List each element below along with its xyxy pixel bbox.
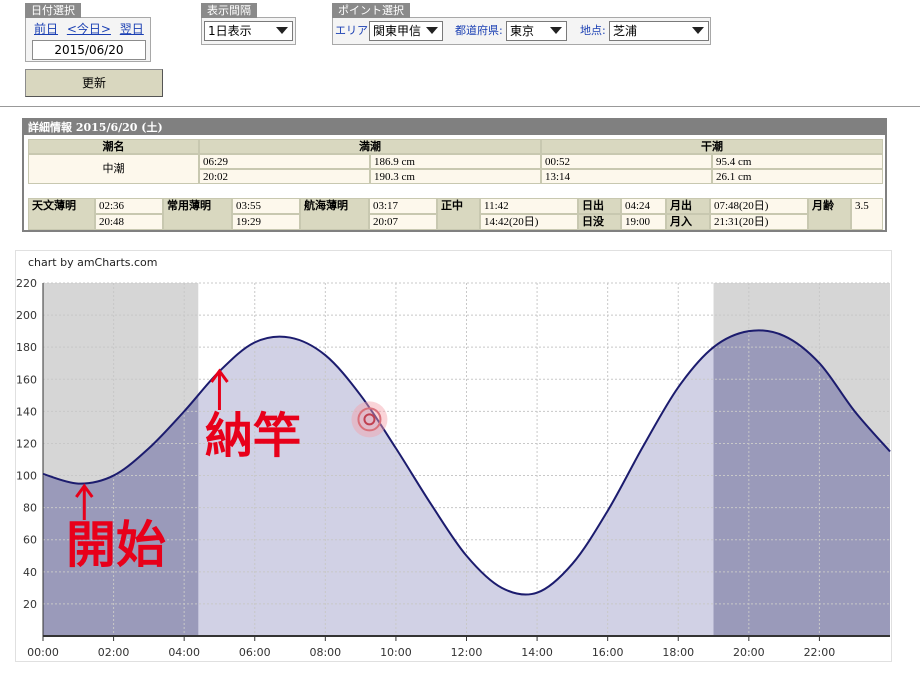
place-label: 地点: <box>580 24 606 37</box>
high-2-height: 190.3 cm <box>370 169 541 184</box>
header-high-tide: 満潮 <box>199 139 541 154</box>
date-select-title: 日付選択 <box>25 3 81 18</box>
today-link[interactable]: <今日> <box>67 22 111 36</box>
chart-area <box>15 250 892 662</box>
moon-age-value: 3.5 <box>851 198 883 230</box>
area-select[interactable]: 関東甲信 <box>369 21 443 41</box>
date-input[interactable]: 2015/06/20 <box>32 40 146 60</box>
low-1-height: 95.4 cm <box>712 154 883 169</box>
noon-1: 11:42 <box>480 198 578 214</box>
next-day-link[interactable]: 翌日 <box>120 22 144 36</box>
high-1-height: 186.9 cm <box>370 154 541 169</box>
low-1-time: 00:52 <box>541 154 712 169</box>
update-button[interactable]: 更新 <box>25 69 163 97</box>
pref-select-value: 東京 <box>510 24 535 38</box>
tide-name-value: 中潮 <box>28 154 199 184</box>
annotation-end: 納竿 <box>205 408 302 464</box>
point-group: ポイント選択 エリア: 関東甲信 都道府県: 東京 地点: 芝浦 <box>332 3 711 45</box>
area-select-value: 関東甲信 <box>373 24 422 38</box>
chevron-down-icon <box>276 27 288 34</box>
moonset-label: 月入 <box>666 214 710 230</box>
nautical-twilight-1: 03:17 <box>369 198 437 214</box>
chart-credit: chart by amCharts.com <box>28 256 158 269</box>
pref-select[interactable]: 東京 <box>506 21 567 41</box>
moon-age-label: 月齢 <box>808 198 851 230</box>
nautical-twilight-label: 航海薄明 <box>300 198 369 230</box>
header-low-tide: 干潮 <box>541 139 883 154</box>
low-2-time: 13:14 <box>541 169 712 184</box>
astro-twilight-label: 天文薄明 <box>28 198 95 230</box>
moonrise-label: 月出 <box>666 198 710 214</box>
interval-title: 表示間隔 <box>201 3 257 18</box>
interval-select[interactable]: 1日表示 <box>204 21 293 41</box>
sunrise-label: 日出 <box>578 198 621 214</box>
sunset-label: 日没 <box>578 214 621 230</box>
pref-label: 都道府県: <box>455 24 503 37</box>
chevron-down-icon <box>550 27 562 34</box>
civil-twilight-2: 19:29 <box>232 214 300 230</box>
astro-twilight-1: 02:36 <box>95 198 163 214</box>
moonrise-value: 07:48(20日) <box>710 198 808 214</box>
astro-twilight-2: 20:48 <box>95 214 163 230</box>
detail-title: 詳細情報 2015/6/20 (土) <box>24 120 885 135</box>
noon-2: 14:42(20日) <box>480 214 578 230</box>
chevron-down-icon <box>426 27 438 34</box>
civil-twilight-label: 常用薄明 <box>163 198 232 230</box>
low-2-height: 26.1 cm <box>712 169 883 184</box>
chevron-down-icon <box>692 27 704 34</box>
detail-panel: 詳細情報 2015/6/20 (土) 潮名 満潮 干潮 中潮 06:29 186… <box>22 118 887 232</box>
sunset-value: 19:00 <box>621 214 666 230</box>
divider <box>0 106 920 107</box>
annotation-start: 開始 <box>66 516 166 574</box>
point-title: ポイント選択 <box>332 3 410 18</box>
interval-group: 表示間隔 1日表示 <box>201 3 296 45</box>
area-label: エリア: <box>335 24 372 37</box>
high-2-time: 20:02 <box>199 169 370 184</box>
sunrise-value: 04:24 <box>621 198 666 214</box>
civil-twilight-1: 03:55 <box>232 198 300 214</box>
nautical-twilight-2: 20:07 <box>369 214 437 230</box>
interval-select-value: 1日表示 <box>208 24 252 38</box>
moonset-value: 21:31(20日) <box>710 214 808 230</box>
high-1-time: 06:29 <box>199 154 370 169</box>
header-tide-name: 潮名 <box>28 139 199 154</box>
place-select[interactable]: 芝浦 <box>609 21 709 41</box>
noon-label: 正中 <box>437 198 480 230</box>
place-select-value: 芝浦 <box>613 24 638 38</box>
date-select-group: 日付選択 前日 <今日> 翌日 2015/06/20 <box>25 3 151 62</box>
prev-day-link[interactable]: 前日 <box>34 22 58 36</box>
